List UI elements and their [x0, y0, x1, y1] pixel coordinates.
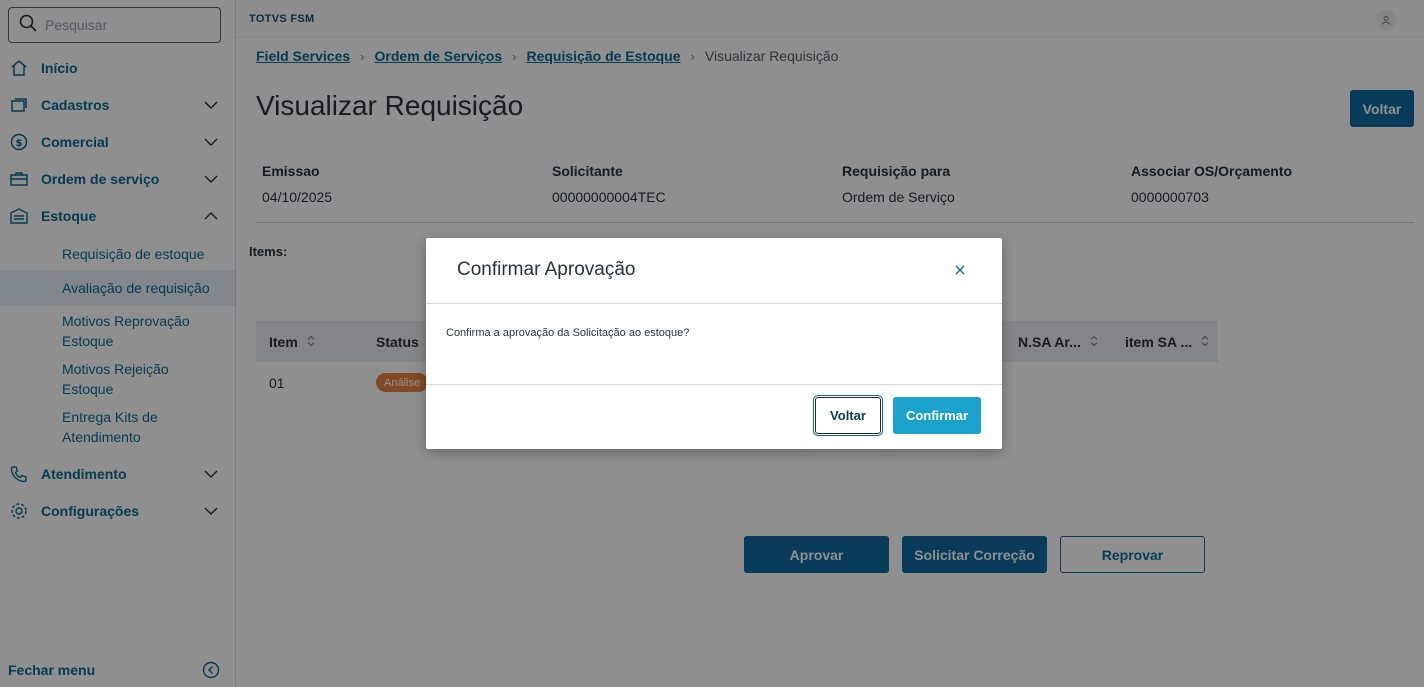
dialog-title: Confirmar Aprovação [457, 259, 636, 280]
confirm-approval-dialog: Confirmar Aprovação Confirma a aprovação… [426, 238, 1002, 449]
close-icon[interactable] [950, 260, 970, 280]
dialog-confirm-button[interactable]: Confirmar [893, 397, 981, 434]
divider [426, 303, 1002, 304]
dialog-cancel-button[interactable]: Voltar [813, 395, 883, 436]
dialog-message: Confirma a aprovação da Solicitação ao e… [446, 327, 690, 339]
divider [426, 384, 1002, 385]
